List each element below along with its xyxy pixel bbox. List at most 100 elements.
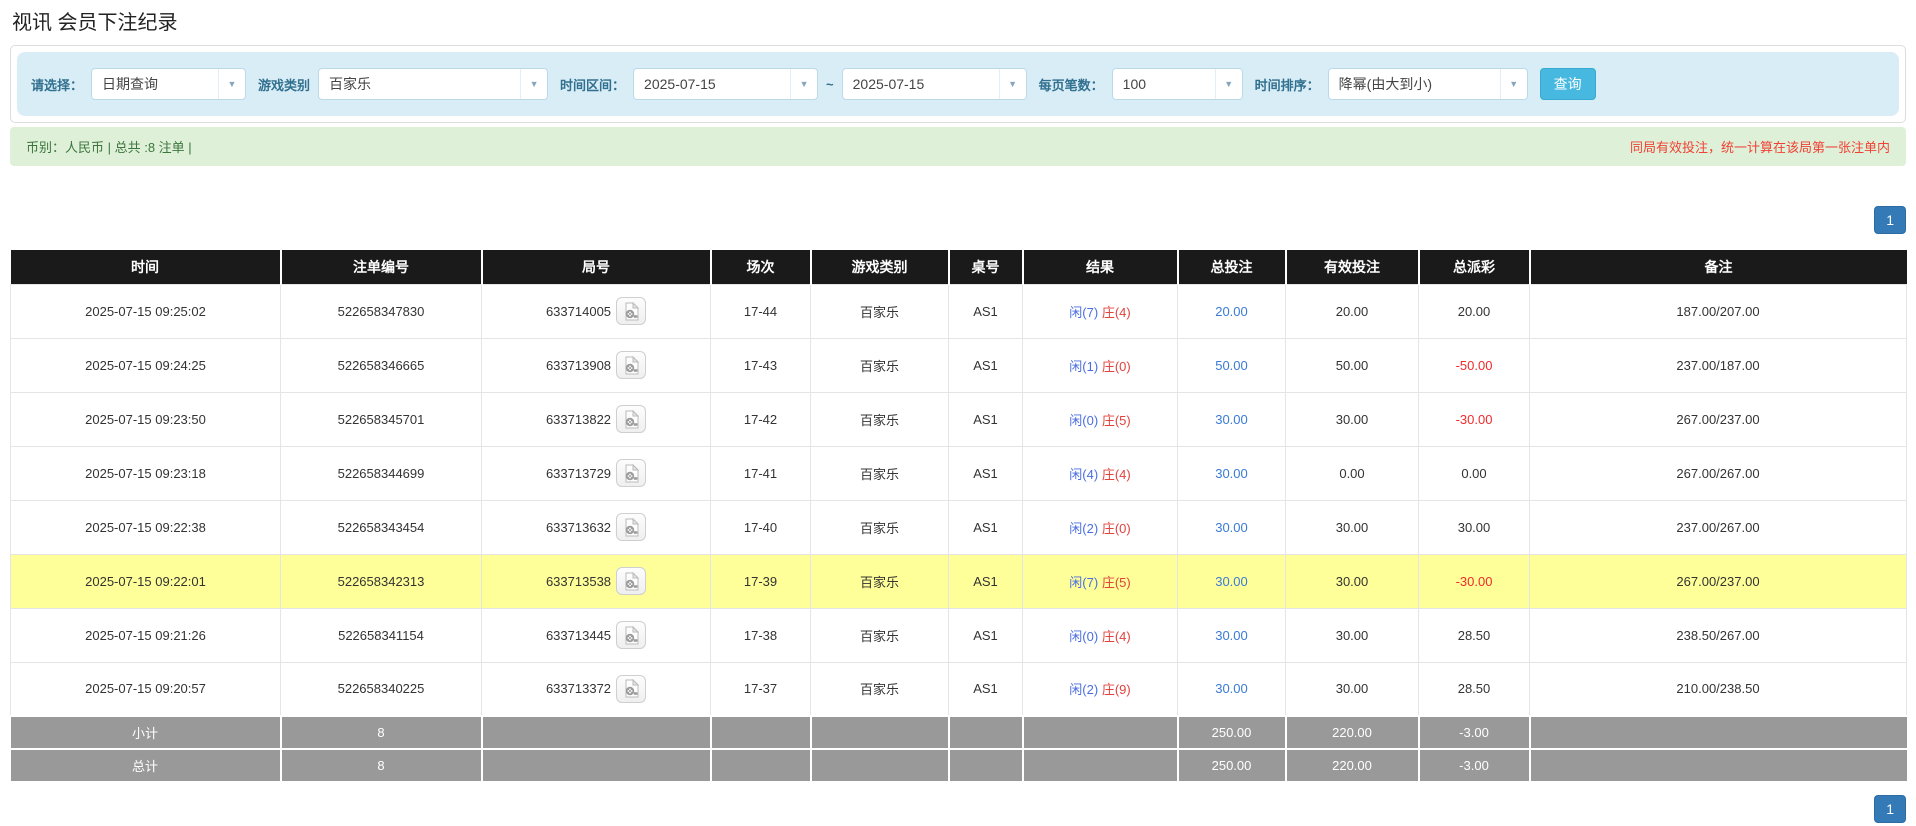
video-replay-button[interactable]: [616, 297, 647, 325]
chevron-down-icon: ▼: [218, 69, 245, 99]
cell-bet-id: 522658344699: [280, 445, 482, 501]
cell-time: 2025-07-15 09:23:50: [10, 391, 281, 447]
cell-total-payout: -30.00: [1418, 553, 1530, 609]
select-type-value: 日期查询: [102, 76, 159, 92]
summary-total-payout: -3.00: [1417, 748, 1531, 783]
date-to-dropdown[interactable]: 2025-07-15 ▼: [841, 68, 1027, 100]
cell-table-no: AS1: [948, 499, 1023, 555]
time-range-label: 时间区间：: [560, 77, 626, 93]
cell-result: 闲(2) 庄(0): [1022, 499, 1178, 555]
pagination-bottom: 1: [10, 795, 1906, 823]
video-file-icon: [625, 679, 639, 698]
video-replay-button[interactable]: [616, 351, 647, 379]
summary-empty: [709, 748, 812, 783]
page-button[interactable]: 1: [1874, 206, 1906, 234]
cell-valid-bet: 30.00: [1285, 391, 1419, 447]
result-player: 闲(0): [1069, 412, 1099, 428]
video-replay-button[interactable]: [616, 567, 647, 595]
page-button[interactable]: 1: [1874, 795, 1906, 823]
total-bet-link[interactable]: 30.00: [1215, 574, 1248, 589]
summary-empty: [1528, 748, 1907, 783]
round-id-text: 633713372: [545, 681, 612, 697]
total-bet-link[interactable]: 50.00: [1215, 358, 1248, 373]
round-id-text: 633713908: [545, 357, 612, 373]
cell-total-payout: 28.50: [1418, 661, 1530, 717]
summary-count: 8: [279, 715, 483, 750]
cell-time: 2025-07-15 09:21:26: [10, 607, 281, 663]
result-player: 闲(7): [1069, 304, 1099, 320]
summary-empty: [809, 748, 950, 783]
col-header-valid-bet: 有效投注: [1284, 250, 1420, 284]
game-type-label: 游戏类别: [258, 77, 311, 93]
page-title: 视讯 会员下注纪录: [12, 12, 178, 34]
select-type-dropdown[interactable]: 日期查询 ▼: [91, 68, 247, 100]
cell-total-payout: -30.00: [1418, 391, 1530, 447]
game-type-value: 百家乐: [329, 76, 372, 92]
pagination-top: 1: [10, 206, 1906, 234]
cell-game-type: 百家乐: [810, 661, 949, 717]
summary-empty: [1021, 715, 1179, 750]
cell-total-bet: 50.00: [1177, 337, 1286, 393]
cell-round-id: 633714005: [481, 283, 711, 339]
cell-session: 17-39: [710, 553, 811, 609]
video-replay-button[interactable]: [616, 405, 647, 433]
summary-label: 小计: [10, 715, 282, 750]
filter-panel: 请选择： 日期查询 ▼ 游戏类别 百家乐 ▼ 时间区间： 2025-07-15 …: [10, 45, 1906, 123]
round-id-text: 633714005: [545, 303, 612, 319]
total-bet-link[interactable]: 30.00: [1215, 412, 1248, 427]
cell-game-type: 百家乐: [810, 337, 949, 393]
summary-valid-bet: 220.00: [1284, 715, 1420, 750]
total-bet-link[interactable]: 20.00: [1215, 304, 1248, 319]
cell-session: 17-37: [710, 661, 811, 717]
table-header-row: 时间 注单编号 局号 场次 游戏类别 桌号 结果 总投注 有效投注 总派彩 备注: [10, 250, 1907, 284]
time-sort-dropdown[interactable]: 降幂(由大到小) ▼: [1327, 68, 1528, 100]
cell-time: 2025-07-15 09:24:25: [10, 337, 281, 393]
summary-empty: [947, 715, 1024, 750]
cell-table-no: AS1: [948, 661, 1023, 717]
chevron-down-icon: ▼: [520, 69, 547, 99]
select-type-label: 请选择：: [31, 77, 84, 93]
cell-time: 2025-07-15 09:25:02: [10, 283, 281, 339]
summary-count: 8: [279, 748, 483, 783]
page-size-dropdown[interactable]: 100 ▼: [1111, 68, 1243, 100]
table-row: 2025-07-15 09:22:01 522658342313 6337135…: [10, 553, 1907, 609]
time-sort-label: 时间排序：: [1254, 77, 1320, 93]
query-button[interactable]: 查询: [1539, 68, 1596, 100]
date-from-dropdown[interactable]: 2025-07-15 ▼: [633, 68, 819, 100]
result-banker: 庄(0): [1101, 358, 1131, 374]
cell-time: 2025-07-15 09:23:18: [10, 445, 281, 501]
cell-session: 17-40: [710, 499, 811, 555]
chevron-down-icon: ▼: [790, 69, 817, 99]
cell-table-no: AS1: [948, 283, 1023, 339]
total-bet-link[interactable]: 30.00: [1215, 628, 1248, 643]
round-id-text: 633713632: [545, 519, 612, 535]
cell-session: 17-38: [710, 607, 811, 663]
cell-session: 17-41: [710, 445, 811, 501]
result-player: 闲(0): [1069, 628, 1099, 644]
video-replay-button[interactable]: [616, 621, 647, 649]
cell-bet-id: 522658346665: [280, 337, 482, 393]
cell-table-no: AS1: [948, 337, 1023, 393]
bet-records-table: 时间 注单编号 局号 场次 游戏类别 桌号 结果 总投注 有效投注 总派彩 备注…: [10, 250, 1907, 783]
cell-result: 闲(1) 庄(0): [1022, 337, 1178, 393]
summary-total-bet: 250.00: [1176, 748, 1287, 783]
video-replay-button[interactable]: [616, 459, 647, 487]
summary-total-payout: -3.00: [1417, 715, 1531, 750]
table-row: 2025-07-15 09:21:26 522658341154 6337134…: [10, 607, 1907, 663]
total-bet-link[interactable]: 30.00: [1215, 466, 1248, 481]
cell-valid-bet: 50.00: [1285, 337, 1419, 393]
video-replay-button[interactable]: [616, 674, 647, 703]
cell-session: 17-43: [710, 337, 811, 393]
table-row: 2025-07-15 09:23:50 522658345701 6337138…: [10, 391, 1907, 447]
cell-round-id: 633713822: [481, 391, 711, 447]
summary-valid-bet: 220.00: [1284, 748, 1420, 783]
total-bet-link[interactable]: 30.00: [1215, 520, 1248, 535]
game-type-dropdown[interactable]: 百家乐 ▼: [318, 68, 549, 100]
chevron-down-icon: ▼: [998, 69, 1026, 99]
total-bet-link[interactable]: 30.00: [1215, 681, 1248, 696]
result-banker: 庄(4): [1101, 466, 1131, 482]
col-header-total-payout: 总派彩: [1417, 250, 1531, 284]
table-row: 2025-07-15 09:23:18 522658344699 6337137…: [10, 445, 1907, 501]
video-replay-button[interactable]: [616, 513, 647, 541]
result-banker: 庄(4): [1101, 304, 1131, 320]
